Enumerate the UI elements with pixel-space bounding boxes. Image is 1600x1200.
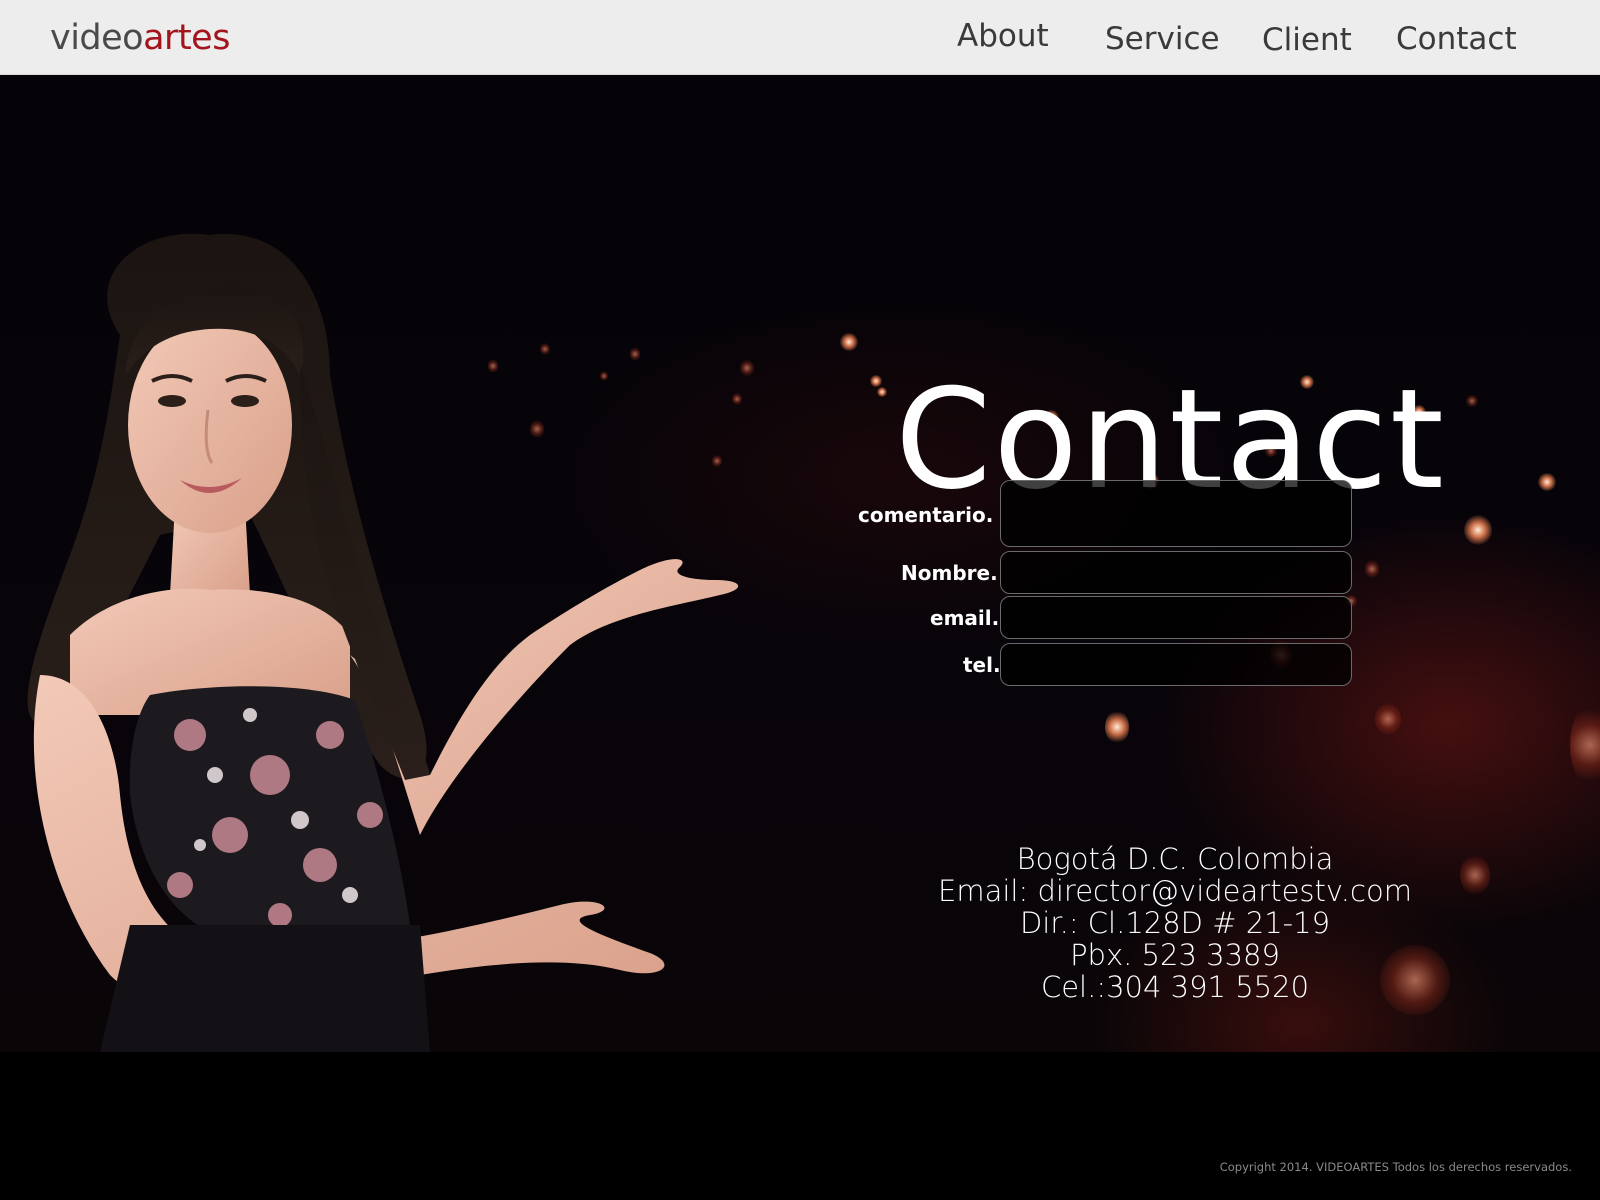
address-cel: Cel.:304 391 5520 xyxy=(1040,970,1310,1004)
comentario-field[interactable] xyxy=(1000,480,1352,547)
address-city: Bogotá D.C. Colombia xyxy=(1016,842,1334,876)
email-label: email. xyxy=(930,606,1000,630)
page: videoartes About Service Client Contact xyxy=(0,0,1600,1200)
nav-link-service[interactable]: Service xyxy=(1105,19,1220,59)
nav-link-client[interactable]: Client xyxy=(1262,20,1352,60)
copyright-text: Copyright 2014. VIDEOARTES Todos los der… xyxy=(1219,1160,1572,1174)
address-email: Email: director@videartestv.com xyxy=(938,874,1412,908)
woman-presenting-photo xyxy=(27,233,739,1052)
nombre-field[interactable] xyxy=(1000,551,1352,594)
address-block: Bogotá D.C. Colombia Email: director@vid… xyxy=(880,843,1470,1003)
tel-label: tel. xyxy=(963,653,1001,677)
email-field[interactable] xyxy=(1000,596,1352,639)
address-dir: Dir.: Cl.128D # 21-19 xyxy=(1019,906,1331,940)
nav-link-about[interactable]: About xyxy=(957,16,1049,56)
nav-link-contact[interactable]: Contact xyxy=(1396,19,1517,59)
comentario-label: comentario. xyxy=(858,503,994,527)
nombre-label: Nombre. xyxy=(901,561,998,585)
address-pbx: Pbx. 523 3389 xyxy=(1070,938,1280,972)
tel-field[interactable] xyxy=(1000,643,1352,686)
logo-text-video: video xyxy=(50,18,144,58)
top-navigation-bar: videoartes About Service Client Contact xyxy=(0,0,1600,75)
videoartes-logo[interactable]: videoartes xyxy=(50,14,230,62)
logo-text-artes: artes xyxy=(143,18,230,58)
